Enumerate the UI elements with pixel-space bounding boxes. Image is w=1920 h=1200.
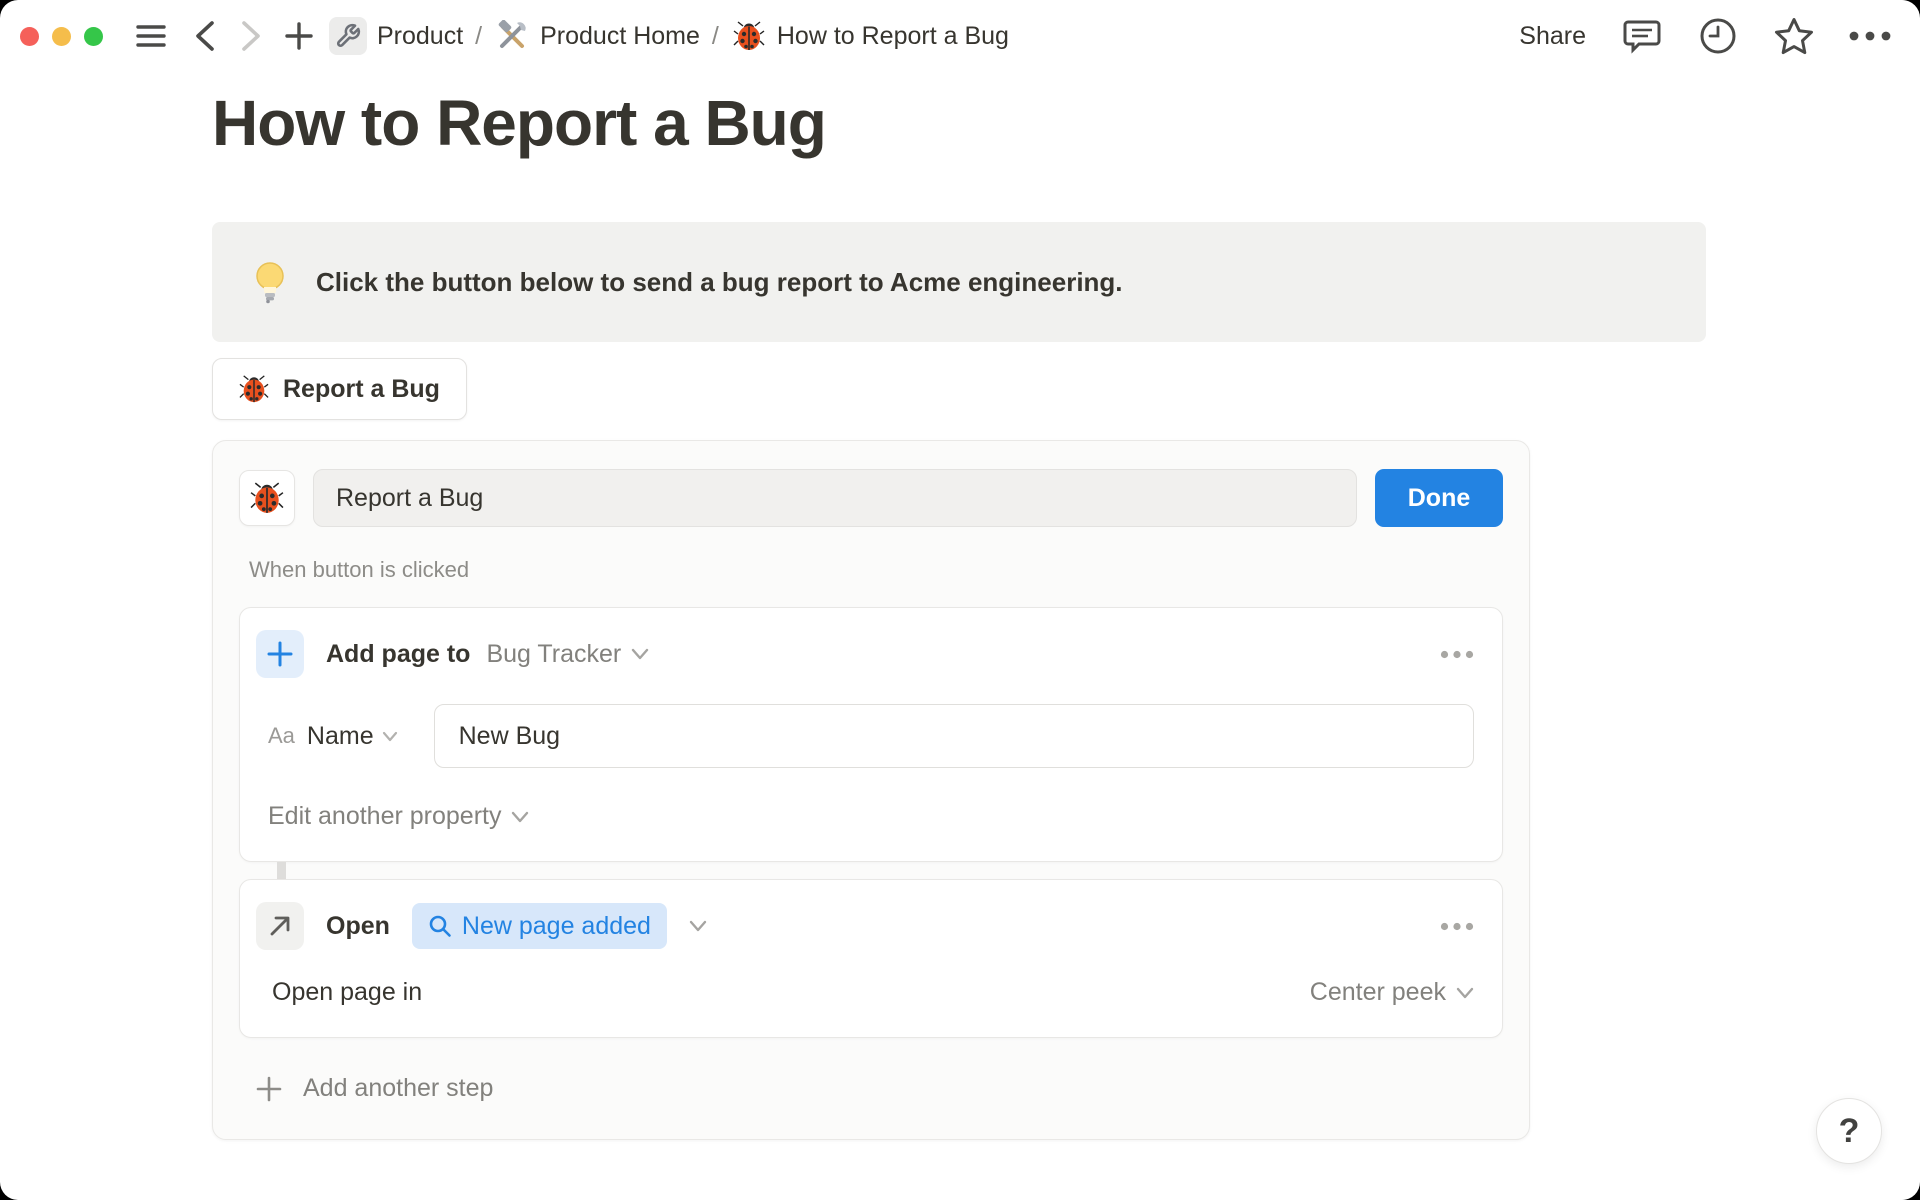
open-mode-label: Center peek [1309,978,1446,1007]
trigger-label: When button is clicked [249,557,470,583]
hamburger-icon [136,24,166,48]
more-menu-button[interactable] [1849,16,1891,56]
history-button[interactable] [1698,16,1738,56]
comments-button[interactable] [1622,16,1662,56]
clock-icon [1699,17,1737,55]
sidebar-toggle-button[interactable] [131,16,171,56]
panel-header: Done [239,469,1503,528]
wrench-icon [329,17,367,55]
add-another-step-label: Add another step [303,1074,494,1103]
breadcrumb-separator: / [475,21,483,50]
open-page-in-label: Open page in [272,978,423,1007]
open-page-in-row: Open page in Center peek [272,978,1474,1007]
step1-target-selector[interactable]: Bug Tracker [486,640,649,669]
step1-target-label: Bug Tracker [486,639,622,668]
step-card-open-page: Open New page added Open page in Center … [239,879,1503,1039]
report-a-bug-button-label: Report a Bug [283,374,440,403]
breadcrumb-label: How to Report a Bug [776,21,1009,50]
breadcrumb-label: Product [377,21,464,50]
share-button[interactable]: Share [1519,22,1586,51]
chevron-down-icon [689,920,707,932]
page-title: How to Report a Bug [212,87,827,159]
chevron-down-icon [511,811,529,823]
edit-another-property-label: Edit another property [268,802,502,831]
plus-icon [284,21,314,51]
top-bar: Product / Product Home / How to Report a… [0,0,1920,72]
window-controls [20,26,103,46]
property-name-label: Name [306,721,374,750]
done-button[interactable]: Done [1375,469,1503,528]
ladybug-icon [239,374,269,404]
search-icon [428,914,452,938]
step1-header: Add page to Bug Tracker [256,630,1474,679]
callout-text: Click the button below to send a bug rep… [316,266,1123,297]
breadcrumb-label: Product Home [540,21,700,50]
breadcrumb-item-product[interactable]: Product [329,17,463,55]
ellipsis-icon [1440,922,1474,931]
chevron-down-icon [631,648,649,660]
ladybug-icon [250,481,284,515]
hammer-wrench-icon [494,18,530,54]
property-row-name: Aa Name [268,704,1474,769]
comment-icon [1623,18,1661,54]
topbar-actions: Share [1519,16,1891,56]
open-target-pill-label: New page added [461,911,651,940]
callout-block: Click the button below to send a bug rep… [212,222,1706,343]
light-bulb-icon [250,260,290,304]
plus-icon [255,1075,283,1103]
ellipsis-icon [1440,650,1474,659]
chevron-down-icon [1456,987,1474,999]
ellipsis-icon [1849,31,1891,41]
property-value-input[interactable] [433,704,1474,769]
step-card-add-page: Add page to Bug Tracker Aa Name New Bug … [239,607,1503,863]
new-tab-button[interactable] [279,16,319,56]
favorite-button[interactable] [1774,16,1814,56]
star-icon [1774,17,1814,55]
chevron-down-icon [382,731,398,742]
add-page-icon [256,630,304,679]
help-button[interactable]: ? [1816,1098,1882,1164]
close-window-button[interactable] [20,26,39,46]
chevron-right-icon [240,20,262,52]
step1-more-options-button[interactable] [1440,650,1474,659]
step-connector [277,862,286,880]
property-selector[interactable]: Name [307,722,398,751]
app-window: Product / Product Home / How to Report a… [0,0,1920,1200]
report-a-bug-button[interactable]: Report a Bug [212,358,467,421]
button-icon-picker[interactable] [239,470,295,527]
chevron-left-icon [194,20,216,52]
open-mode-selector[interactable]: Center peek [1310,978,1474,1007]
button-config-panel: Done When button is clicked Add page to … [212,440,1530,1141]
breadcrumb: Product / Product Home / How to Report a… [329,17,1009,55]
step2-action-label: Open [326,911,390,940]
breadcrumb-item-product-home[interactable]: Product Home [494,18,700,54]
page-content: How to Report a Bug Click the button bel… [0,72,1920,1141]
minimize-window-button[interactable] [52,26,71,46]
breadcrumb-item-how-to-report-a-bug[interactable]: How to Report a Bug [731,18,1009,54]
open-target-pill[interactable]: New page added [411,903,667,950]
step2-header: Open New page added [256,902,1474,951]
step1-action-label: Add page to [326,639,471,668]
breadcrumb-separator: / [711,21,719,50]
edit-another-property-button[interactable]: Edit another property [268,802,529,831]
ladybug-icon [731,18,767,54]
step2-more-options-button[interactable] [1440,922,1474,931]
add-another-step-button[interactable]: Add another step [255,1064,493,1113]
forward-button[interactable] [231,16,271,56]
back-button[interactable] [185,16,225,56]
zoom-window-button[interactable] [84,26,103,46]
text-property-icon: Aa [268,723,295,749]
open-page-icon [256,902,304,951]
button-name-input[interactable] [313,469,1357,528]
